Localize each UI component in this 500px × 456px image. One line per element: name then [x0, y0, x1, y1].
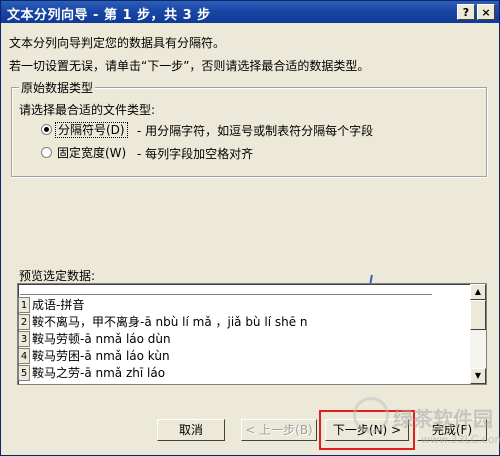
- watermark-logo-icon: [353, 397, 389, 433]
- data-preview-pane[interactable]: 1 成语-拼音 2 鞍不离马，甲不离身-ā nbù lí mǎ ，jiǎ bù …: [17, 283, 487, 385]
- watermark-text: 绿茶软件园: [393, 407, 493, 431]
- title-bar[interactable]: 文本分列向导 - 第 1 步，共 3 步 ? ×: [1, 1, 499, 23]
- vertical-scrollbar[interactable]: ▲ ▼: [470, 284, 486, 384]
- delimited-label: 分隔符号(D): [55, 122, 128, 138]
- group-legend: 原始数据类型: [19, 79, 96, 96]
- fixed-width-option[interactable]: 固定宽度(W): [57, 144, 126, 161]
- row-number: 5: [18, 365, 30, 381]
- preview-row: 鞍马之劳-ā nmǎ zhī láo: [32, 366, 166, 380]
- delimited-radio[interactable]: [41, 124, 52, 135]
- fixed-width-label: 固定宽度(W): [57, 146, 127, 160]
- fixed-width-radio[interactable]: [41, 147, 52, 158]
- preview-row: 鞍不离马，甲不离身-ā nbù lí mǎ ，jiǎ bù lí shē n: [32, 315, 308, 329]
- scroll-thumb[interactable]: [470, 300, 486, 330]
- back-button[interactable]: < 上一步(B): [241, 419, 317, 441]
- delimited-option[interactable]: 分隔符号(D): [55, 121, 128, 138]
- fixed-width-description: - 每列字段加空格对齐: [137, 147, 254, 161]
- preview-row: 成语-拼音: [32, 298, 85, 312]
- preview-label: 预览选定数据:: [19, 269, 96, 283]
- file-type-prompt: 请选择最合适的文件类型:: [19, 103, 156, 117]
- preview-row: 鞍马劳困-ā nmǎ láo kùn: [32, 349, 170, 363]
- close-button[interactable]: ×: [477, 4, 495, 20]
- preview-row: 鞍马劳顿-ā nmǎ láo dùn: [32, 332, 171, 346]
- preview-ruler: [20, 294, 432, 295]
- intro-line-2: 若一切设置无误，请单击“下一步”，否则请选择最合适的数据类型。: [9, 59, 370, 73]
- delimited-description: - 用分隔字符，如逗号或制表符分隔每个字段: [137, 124, 374, 138]
- cancel-button[interactable]: 取消: [157, 419, 225, 441]
- scroll-down-arrow-icon[interactable]: ▼: [470, 368, 486, 384]
- row-number: 4: [18, 348, 30, 364]
- watermark-url: www.33LC.com: [421, 433, 500, 446]
- scroll-up-arrow-icon[interactable]: ▲: [470, 284, 486, 300]
- text-to-columns-wizard-window: 文本分列向导 - 第 1 步，共 3 步 ? × 文本分列向导判定您的数据具有分…: [0, 0, 500, 456]
- row-number: 1: [18, 297, 30, 313]
- row-number: 2: [18, 314, 30, 330]
- window-title: 文本分列向导 - 第 1 步，共 3 步: [7, 8, 211, 23]
- help-button[interactable]: ?: [457, 4, 475, 20]
- intro-line-1: 文本分列向导判定您的数据具有分隔符。: [9, 36, 226, 50]
- row-number: 3: [18, 331, 30, 347]
